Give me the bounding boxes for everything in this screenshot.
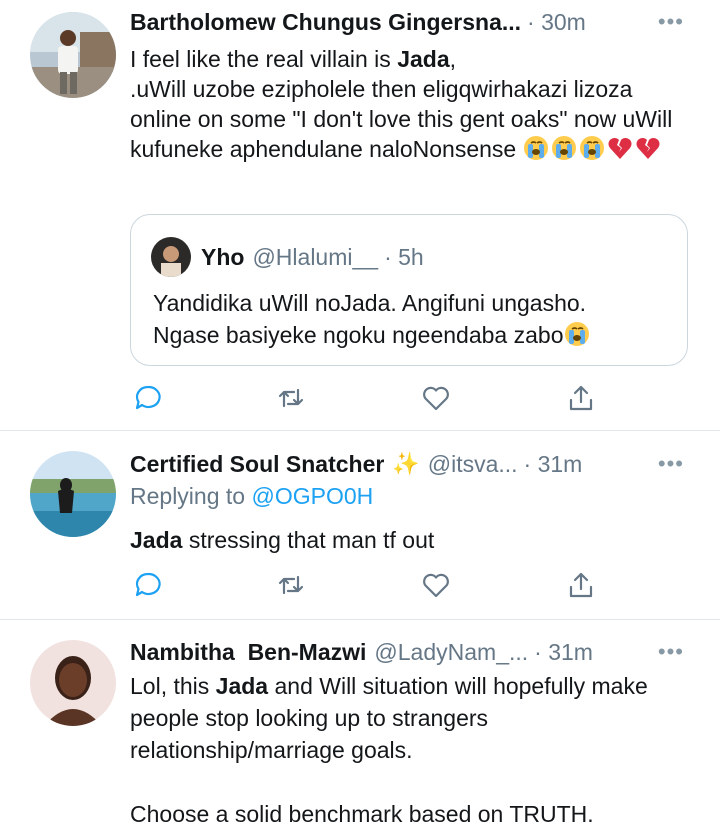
tweet-actions <box>130 380 600 416</box>
emoji-group <box>516 136 662 162</box>
sparkles-icon: ✨ <box>392 451 420 476</box>
share-icon[interactable] <box>563 380 599 416</box>
username[interactable]: @LadyNam_... <box>374 639 528 666</box>
bold-word: Jada <box>215 673 269 699</box>
replying-to: Replying to @OGPO0H <box>130 483 374 509</box>
tweet-3[interactable]: Nambitha Ben-Mazwi @LadyNam_... · 31m ••… <box>0 620 720 828</box>
tweet-text: Jada stressing that man tf out <box>130 527 435 553</box>
avatar[interactable] <box>30 640 116 726</box>
retweet-icon[interactable] <box>273 380 309 416</box>
tweet-actions <box>130 567 600 603</box>
tweet-2[interactable]: Certified Soul Snatcher ✨ @itsva... · 31… <box>0 431 720 619</box>
display-name[interactable]: Nambitha Ben-Mazwi <box>130 639 366 666</box>
avatar[interactable] <box>30 451 116 537</box>
bold-word: Jada <box>130 527 183 553</box>
bold-word: Jada <box>397 46 450 72</box>
timestamp[interactable]: · 30m <box>527 9 586 36</box>
quoted-tweet[interactable]: Yho @Hlalumi__ · 5h Yandidika uWill noJa… <box>130 214 688 366</box>
heart-icon[interactable] <box>418 380 454 416</box>
username: @Hlalumi__ <box>252 243 379 270</box>
display-name: Yho <box>201 243 245 270</box>
tweet-header: Bartholomew Chungus Gingersna... · 30m •… <box>130 6 700 38</box>
share-icon[interactable] <box>563 567 599 603</box>
more-icon[interactable]: ••• <box>658 639 684 665</box>
reply-icon[interactable] <box>130 567 166 603</box>
retweet-icon[interactable] <box>273 567 309 603</box>
avatar <box>151 237 191 277</box>
loudly-crying-face-icon <box>564 322 589 346</box>
loudly-crying-face-icon <box>579 136 604 160</box>
tweet-header: Certified Soul Snatcher ✨ @itsva... · 31… <box>130 448 700 480</box>
tweet-text: Lol, this Jada and Will situation will h… <box>130 673 648 827</box>
username[interactable]: @itsva... <box>428 451 518 478</box>
quoted-tweet-header: Yho @Hlalumi__ · 5h <box>151 237 424 277</box>
display-name[interactable]: Certified Soul Snatcher <box>130 451 384 478</box>
timestamp[interactable]: · 31m <box>534 639 593 666</box>
tweet-1[interactable]: Bartholomew Chungus Gingersna... · 30m •… <box>0 0 720 430</box>
avatar[interactable] <box>30 12 116 98</box>
broken-heart-icon <box>636 137 660 159</box>
more-icon[interactable]: ••• <box>658 9 684 35</box>
heart-icon[interactable] <box>418 567 454 603</box>
broken-heart-icon <box>608 137 632 159</box>
mention-link[interactable]: @OGPO0H <box>251 483 373 509</box>
loudly-crying-face-icon <box>551 136 576 160</box>
loudly-crying-face-icon <box>523 136 548 160</box>
more-icon[interactable]: ••• <box>658 451 684 477</box>
display-name[interactable]: Bartholomew Chungus Gingersna... <box>130 9 521 36</box>
timestamp: · 5h <box>384 243 424 270</box>
tweet-text: I feel like the real villain is Jada, .u… <box>130 46 673 162</box>
reply-icon[interactable] <box>130 380 166 416</box>
tweet-text-paragraph: Choose a solid benchmark based on TRUTH. <box>130 801 594 827</box>
timestamp[interactable]: · 31m <box>524 451 583 478</box>
quoted-tweet-text: Yandidika uWill noJada. Angifuni ungasho… <box>153 287 669 351</box>
tweet-header: Nambitha Ben-Mazwi @LadyNam_... · 31m ••… <box>130 636 700 668</box>
